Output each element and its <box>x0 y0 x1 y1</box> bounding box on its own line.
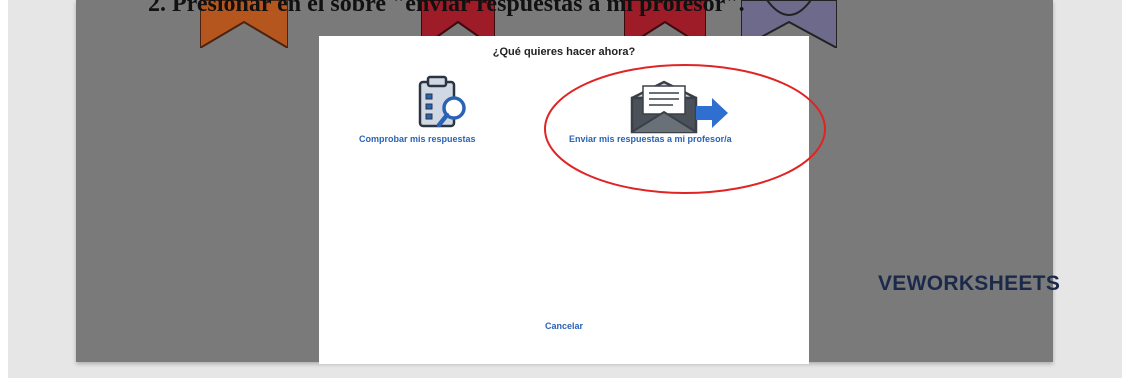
liveworksheets-logo-text: VEWORKSHEETS <box>878 272 1061 295</box>
dialog-title: ¿Qué quieres hacer ahora? <box>492 46 636 58</box>
clipboard-magnifier-icon <box>418 75 466 128</box>
check-answers-option[interactable]: Comprobar mis respuestas <box>357 74 527 144</box>
action-dialog: ¿Qué quieres hacer ahora? Comprobar mis … <box>319 36 809 364</box>
envelope-send-icon <box>630 80 728 134</box>
send-answers-option[interactable]: Enviar mis respuestas a mi profesor/a <box>564 74 794 144</box>
instruction-heading: 2. Presionar en el sobre "enviar respues… <box>148 0 745 17</box>
check-answers-label: Comprobar mis respuestas <box>359 134 476 144</box>
cancel-button[interactable]: Cancelar <box>319 321 809 331</box>
send-answers-label: Enviar mis respuestas a mi profesor/a <box>569 134 732 144</box>
